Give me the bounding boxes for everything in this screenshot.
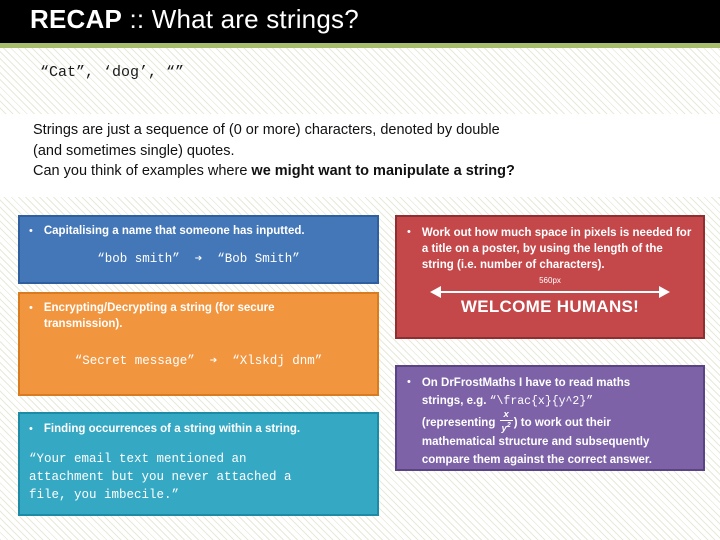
example-box-length[interactable]: • Work out how much space in pixels is n… [395, 215, 705, 339]
measure-label: 560px [539, 276, 561, 285]
title-bar: RECAP :: What are strings? [0, 0, 720, 43]
example-box-find-text: Finding occurrences of a string within a… [43, 423, 301, 435]
bullet-row: • Encrypting/Decrypting a string (for se… [29, 301, 368, 332]
example-box-maths-line-3-post: ) to work out their [513, 416, 611, 429]
bullet-icon: • [29, 423, 33, 435]
paragraph-line-3-bold: we might want to manipulate a string? [251, 163, 515, 179]
fraction-numerator: x [503, 409, 509, 420]
measure-line [440, 291, 660, 293]
example-box-find-code: “Your email text mentioned an attachment… [29, 451, 292, 502]
example-box-length-emphasis: length [593, 243, 629, 255]
example-box-maths-latex: “\frac{x}{y^2}” [489, 394, 594, 408]
bullet-row: • Capitalising a name that someone has i… [29, 224, 368, 240]
example-box-encrypt[interactable]: • Encrypting/Decrypting a string (for se… [18, 292, 379, 396]
poster-width-measure: 560px WELCOME HUMANS! [407, 276, 693, 323]
slide-canvas: RECAP :: What are strings? “Cat”, ‘dog’,… [0, 0, 720, 540]
bullet-row: • Finding occurrences of a string within… [29, 422, 368, 438]
fraction-glyph: x y2 [499, 409, 513, 434]
example-box-capitalise-text: Capitalising a name that someone has inp… [43, 225, 305, 237]
example-box-encrypt-line-1: Encrypting/Decrypting a string (for secu… [43, 302, 275, 314]
page-title-rest: :: What are strings? [122, 4, 359, 34]
example-box-length-text: Work out how much space in pixels is nee… [422, 225, 693, 273]
paragraph-line-3: Can you think of examples where we might… [33, 161, 633, 182]
paragraph-line-3-normal: Can you think of examples where [33, 163, 252, 179]
string-literal-examples: “Cat”, ‘dog’, “” [40, 64, 185, 81]
example-box-capitalise-code: “bob smith” ➔ “Bob Smith” [97, 251, 300, 266]
intro-paragraph: Strings are just a sequence of (0 or mor… [33, 120, 633, 182]
example-box-encrypt-code: “Secret message” ➔ “Xlskdj dnm” [74, 354, 323, 368]
bullet-icon: • [29, 225, 33, 237]
example-box-maths-text: On DrFrostMaths I have to read maths str… [422, 375, 652, 469]
example-box-encrypt-line-2: transmission). [43, 317, 123, 330]
example-box-find[interactable]: • Finding occurrences of a string within… [18, 412, 379, 516]
paragraph-line-2: (and sometimes single) quotes. [33, 142, 235, 159]
title-underline-rule [0, 43, 720, 48]
fraction-denominator: y2 [499, 420, 513, 434]
bullet-icon: • [407, 376, 411, 388]
example-box-maths-line-3-pre: (representing [421, 416, 499, 429]
example-box-maths-line-1: On DrFrostMaths I have to read maths [421, 377, 631, 389]
bullet-row: • Work out how much space in pixels is n… [407, 225, 693, 273]
example-box-maths-line-2-pre: strings, e.g. [421, 394, 490, 407]
bullet-icon: • [29, 302, 33, 314]
paragraph-line-1: Strings are just a sequence of (0 or mor… [33, 122, 500, 138]
page-title-emphasis: RECAP [30, 4, 123, 34]
example-box-maths-line-4: mathematical structure and subsequently [421, 436, 650, 449]
poster-title-text: WELCOME HUMANS! [460, 297, 640, 316]
fraction-denominator-exponent: 2 [506, 422, 511, 429]
example-box-encrypt-text: Encrypting/Decrypting a string (for secu… [44, 301, 275, 332]
page-title: RECAP :: What are strings? [30, 4, 359, 35]
bullet-icon: • [407, 226, 411, 238]
example-box-maths[interactable]: • On DrFrostMaths I have to read maths s… [395, 365, 705, 471]
example-box-maths-line-5: compare them against the correct answer. [421, 453, 652, 466]
bullet-row: • On DrFrostMaths I have to read maths s… [407, 375, 693, 469]
example-box-capitalise[interactable]: • Capitalising a name that someone has i… [18, 215, 379, 284]
